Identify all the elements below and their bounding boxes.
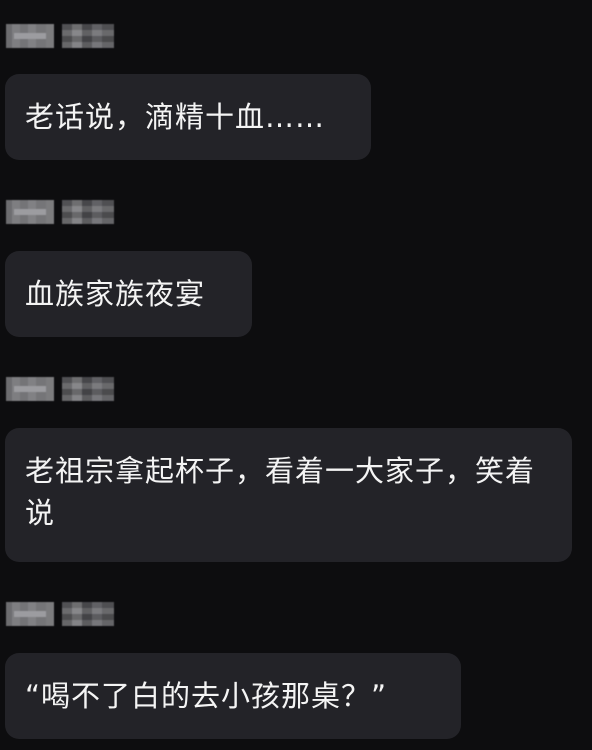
username-pixelated — [62, 377, 114, 401]
avatar-pixelated — [6, 24, 54, 48]
sender-redacted — [6, 375, 116, 403]
avatar-pixelated — [6, 200, 54, 224]
message-bubble[interactable]: 老话说，滴精十血…… — [5, 74, 371, 160]
avatar-pixelated — [6, 377, 54, 401]
chat-thread: 老话说，滴精十血…… 血族家族夜宴 老祖宗拿起杯子，看着一大家子，笑着说 “喝不… — [0, 0, 592, 750]
message-text: 老祖宗拿起杯子，看着一大家子，笑着说 — [25, 454, 536, 530]
sender-redacted — [6, 198, 116, 226]
sender-redacted — [6, 600, 116, 628]
sender-redacted — [6, 22, 116, 50]
username-pixelated — [62, 24, 114, 48]
message-bubble[interactable]: “喝不了白的去小孩那桌？” — [5, 653, 461, 739]
message-bubble[interactable]: 老祖宗拿起杯子，看着一大家子，笑着说 — [5, 428, 572, 562]
message-bubble[interactable]: 血族家族夜宴 — [5, 251, 252, 337]
username-pixelated — [62, 602, 114, 626]
message-text: “喝不了白的去小孩那桌？” — [25, 679, 388, 713]
message-text: 血族家族夜宴 — [25, 277, 206, 311]
username-pixelated — [62, 200, 114, 224]
message-text: 老话说，滴精十血…… — [25, 100, 326, 134]
avatar-pixelated — [6, 602, 54, 626]
